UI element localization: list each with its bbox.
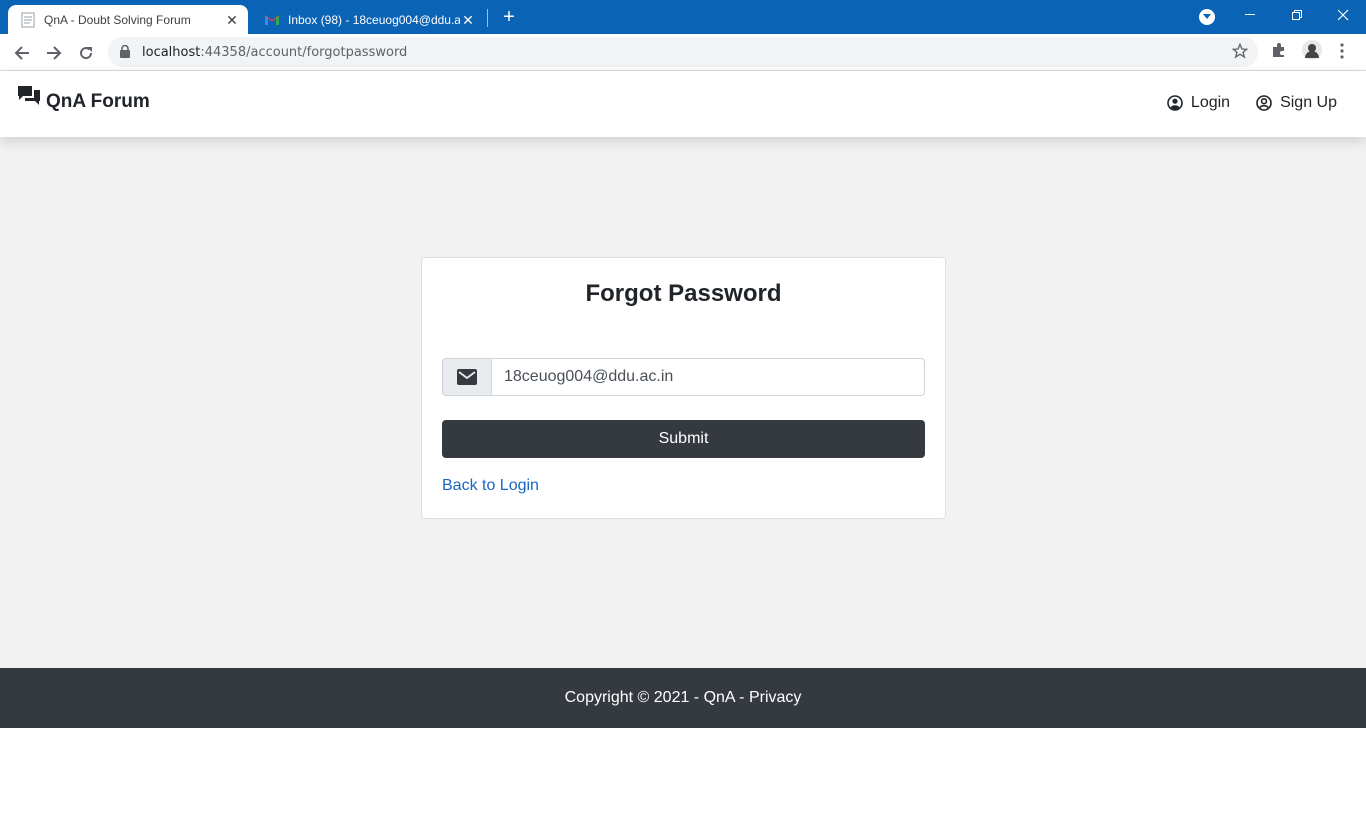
header-nav: Login Sign Up [1141,94,1337,112]
copyright-text: Copyright © 2021 - QnA - [564,689,749,706]
forward-arrow-icon[interactable] [41,40,67,66]
bookmark-star-icon[interactable] [1231,42,1249,64]
user-circle-icon [1167,95,1183,111]
browser-tab-bar: QnA - Doubt Solving Forum ✕ Inbox (98) -… [0,0,1366,34]
nav-signup-label: Sign Up [1280,94,1337,111]
back-to-login-link[interactable]: Back to Login [442,477,539,495]
close-tab-icon[interactable]: ✕ [224,12,240,28]
page-title: Forgot Password [585,280,782,307]
browser-tab-inbox[interactable]: Inbox (98) - 18ceuog004@ddu.ac.in ✕ [252,5,484,34]
tab-separator [487,9,488,27]
url-text: localhost:44358/account/forgotpassword [142,45,408,60]
envelope-icon [457,369,477,385]
address-bar[interactable]: localhost:44358/account/forgotpassword [108,37,1258,67]
forum-chat-icon [18,86,40,112]
reload-icon[interactable] [73,40,99,66]
lock-icon[interactable] [120,44,130,63]
brand-name: QnA Forum [46,91,150,112]
email-input-group [442,358,925,396]
site-header: QnA Forum Login Sign Up [0,71,1366,137]
profile-avatar-icon[interactable] [1302,40,1322,65]
page-favicon-icon [20,12,36,28]
close-window-icon[interactable] [1320,0,1366,30]
gmail-icon [264,12,280,28]
nav-signup-link[interactable]: Sign Up [1256,94,1337,112]
nav-login-link[interactable]: Login [1167,94,1230,112]
privacy-link[interactable]: Privacy [749,689,801,706]
nav-login-label: Login [1190,94,1231,111]
submit-button[interactable]: Submit [442,420,925,458]
user-circle-outline-icon [1256,95,1272,111]
tab-search-icon[interactable] [1199,9,1215,25]
restore-icon[interactable] [1274,0,1320,30]
brand-link[interactable]: QnA Forum [18,86,150,113]
tab-title: Inbox (98) - 18ceuog004@ddu.ac.in [288,12,460,27]
forgot-password-card: Forgot Password Submit Back to Login [421,257,946,519]
tab-title: QnA - Doubt Solving Forum [44,12,191,27]
main-content: Forgot Password Submit Back to Login [0,137,1366,668]
close-tab-icon[interactable]: ✕ [460,12,476,28]
site-footer: Copyright © 2021 - QnA - Privacy [0,668,1366,728]
browser-tab-qna[interactable]: QnA - Doubt Solving Forum ✕ [8,5,248,34]
back-arrow-icon[interactable] [9,40,35,66]
minimize-icon[interactable] [1228,0,1274,30]
browser-toolbar: localhost:44358/account/forgotpassword [0,34,1366,71]
email-field[interactable] [492,358,925,396]
extensions-puzzle-icon[interactable] [1271,42,1287,63]
new-tab-icon[interactable]: + [499,7,519,27]
browser-menu-icon[interactable] [1340,43,1344,64]
email-addon [442,358,492,396]
